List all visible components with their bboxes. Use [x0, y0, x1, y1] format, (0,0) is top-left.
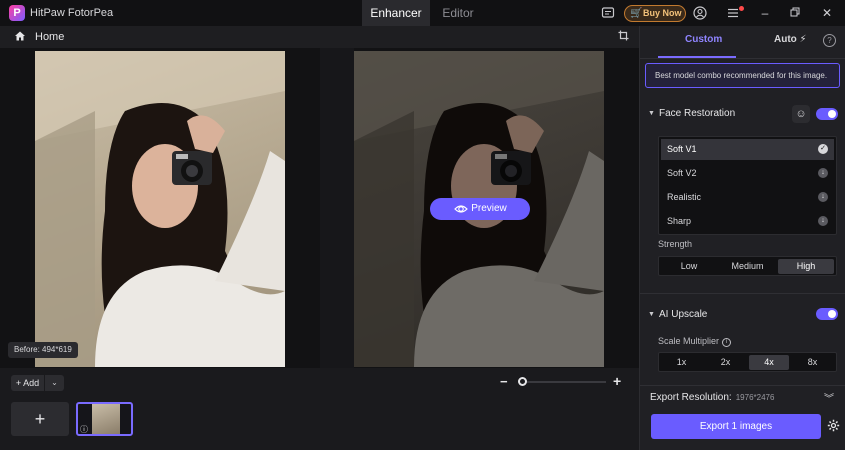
title-bar: P HitPaw FotorPea Enhancer Editor 🛒 Buy … [0, 0, 845, 26]
app-name: HitPaw FotorPea [30, 7, 114, 19]
scale-option-2x[interactable]: 2x [705, 355, 746, 370]
image-thumbnail[interactable]: ⓘ [76, 402, 133, 436]
before-image [35, 51, 285, 367]
model-option-soft-v2[interactable]: Soft V2 ↓ [661, 163, 834, 184]
export-button[interactable]: Export 1 images [651, 414, 821, 439]
gear-icon[interactable] [827, 419, 840, 435]
model-label: Sharp [667, 216, 692, 226]
strength-option-low[interactable]: Low [661, 259, 717, 274]
tab-enhancer[interactable]: Enhancer [362, 0, 430, 26]
bottom-toolbar: + Add ⌄ − + + ⓘ [0, 368, 639, 450]
restore-icon[interactable] [786, 4, 804, 22]
app-logo: P [9, 5, 25, 21]
info-icon[interactable]: ⓘ [80, 424, 88, 434]
download-icon[interactable]: ↓ [818, 168, 828, 178]
recommendation-hint: Best model combo recommended for this im… [645, 63, 840, 88]
thumbnail-image [92, 404, 120, 434]
divider [640, 58, 845, 59]
buy-now-button[interactable]: 🛒 Buy Now [624, 5, 686, 22]
feedback-icon[interactable] [601, 6, 615, 20]
home-icon[interactable] [14, 30, 26, 45]
download-icon[interactable]: ↓ [818, 216, 828, 226]
scale-option-1x[interactable]: 1x [661, 355, 702, 370]
tab-editor[interactable]: Editor [430, 0, 486, 26]
strength-option-high[interactable]: High [778, 259, 834, 274]
model-label: Realistic [667, 192, 702, 202]
ai-upscale-title: AI Upscale [659, 309, 708, 320]
expand-chevron-double-down-icon[interactable]: ︾ [824, 390, 834, 405]
zoom-in-icon[interactable]: + [613, 373, 621, 389]
scale-multiplier-text: Scale Multiplier [658, 336, 720, 346]
compare-divider [320, 48, 354, 368]
add-dropdown-chevron-down-icon[interactable]: ⌄ [45, 375, 64, 391]
face-icon[interactable]: ☺ [792, 105, 810, 123]
tab-auto[interactable]: Auto ⚡ [774, 34, 807, 45]
scale-selector: 1x 2x 4x 8x [658, 352, 837, 372]
face-model-list: Soft V1 ✓ Soft V2 ↓ Realistic ↓ Sharp ↓ [658, 136, 837, 235]
add-image-tile[interactable]: + [11, 402, 69, 436]
model-option-soft-v1[interactable]: Soft V1 ✓ [661, 139, 834, 160]
download-icon[interactable]: ↓ [818, 192, 828, 202]
settings-panel: Custom Auto ⚡ ? Best model combo recomme… [639, 26, 845, 450]
help-icon[interactable]: ? [823, 34, 836, 47]
before-size-badge: Before: 494*619 [8, 342, 78, 358]
export-resolution: Export Resolution: 1976*2476 [650, 392, 774, 403]
strength-label: Strength [658, 239, 693, 249]
buy-now-label: Buy Now [643, 8, 682, 18]
preview-button[interactable]: Preview [430, 198, 530, 220]
divider [640, 293, 845, 294]
zoom-slider-handle[interactable] [518, 377, 527, 386]
export-resolution-value: 1976*2476 [735, 393, 775, 402]
home-bar: Home [0, 26, 639, 48]
home-link[interactable]: Home [35, 31, 64, 43]
minimize-icon[interactable]: – [756, 4, 774, 22]
tab-custom[interactable]: Custom [685, 34, 722, 45]
cart-icon: 🛒 [630, 8, 643, 19]
ai-upscale-toggle[interactable] [816, 308, 838, 320]
strength-option-medium[interactable]: Medium [719, 259, 776, 274]
face-restoration-toggle[interactable] [816, 108, 838, 120]
add-button[interactable]: + Add [11, 375, 44, 391]
account-icon[interactable] [693, 6, 707, 20]
scale-multiplier-label: Scale Multiplier i [658, 336, 732, 347]
export-resolution-label: Export Resolution: [650, 392, 732, 403]
zoom-out-icon[interactable]: − [500, 374, 508, 389]
collapse-caret-icon[interactable]: ▼ [648, 311, 655, 318]
scale-option-8x[interactable]: 8x [792, 355, 833, 370]
scale-option-4x[interactable]: 4x [749, 355, 789, 370]
collapse-caret-icon[interactable]: ▼ [648, 110, 655, 117]
image-canvas[interactable]: Preview Before: 494*619 [0, 48, 639, 368]
divider [640, 385, 845, 386]
model-label: Soft V2 [667, 168, 697, 178]
crop-icon[interactable] [618, 30, 629, 44]
notification-dot [739, 6, 744, 11]
model-option-realistic[interactable]: Realistic ↓ [661, 187, 834, 208]
menu-icon[interactable] [726, 6, 740, 20]
face-restoration-title: Face Restoration [659, 108, 736, 119]
preview-label: Preview [471, 203, 507, 214]
info-icon[interactable]: i [722, 338, 732, 347]
model-option-sharp[interactable]: Sharp ↓ [661, 211, 834, 232]
strength-selector: Low Medium High [658, 256, 837, 276]
zoom-slider-track[interactable] [518, 381, 606, 383]
close-icon[interactable]: ✕ [818, 4, 836, 22]
model-label: Soft V1 [667, 144, 697, 154]
check-icon: ✓ [818, 144, 828, 154]
eye-icon [454, 198, 468, 227]
